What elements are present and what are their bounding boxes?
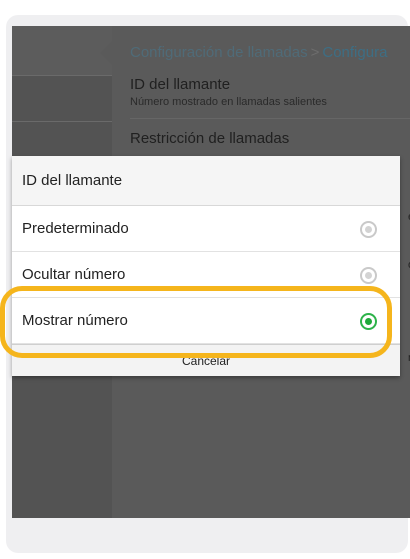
option-label: Ocultar número — [22, 266, 126, 283]
option-label: Predeterminado — [22, 220, 129, 237]
breadcrumb-separator: > — [310, 44, 320, 61]
breadcrumb-parent[interactable]: Configuración de llamadas — [130, 44, 308, 61]
breadcrumb-current: Configura — [322, 44, 388, 61]
radio-unchecked-icon[interactable] — [360, 267, 377, 284]
pref-caller-id-subtitle: Número mostrado en llamadas salientes — [130, 96, 327, 108]
breadcrumb: Configuración de llamadas > Configura — [130, 44, 387, 61]
radio-unchecked-icon[interactable] — [360, 221, 377, 238]
header-list-item[interactable] — [12, 26, 112, 76]
pref-call-barring-title[interactable]: Restricción de llamadas — [130, 130, 289, 147]
divider — [130, 118, 410, 119]
dialog-title: ID del llamante — [12, 156, 400, 206]
option-default[interactable]: Predeterminado — [12, 206, 400, 252]
pref-caller-id-title[interactable]: ID del llamante — [130, 76, 230, 93]
header-list-item[interactable] — [12, 76, 112, 122]
highlight-outline — [0, 286, 392, 358]
